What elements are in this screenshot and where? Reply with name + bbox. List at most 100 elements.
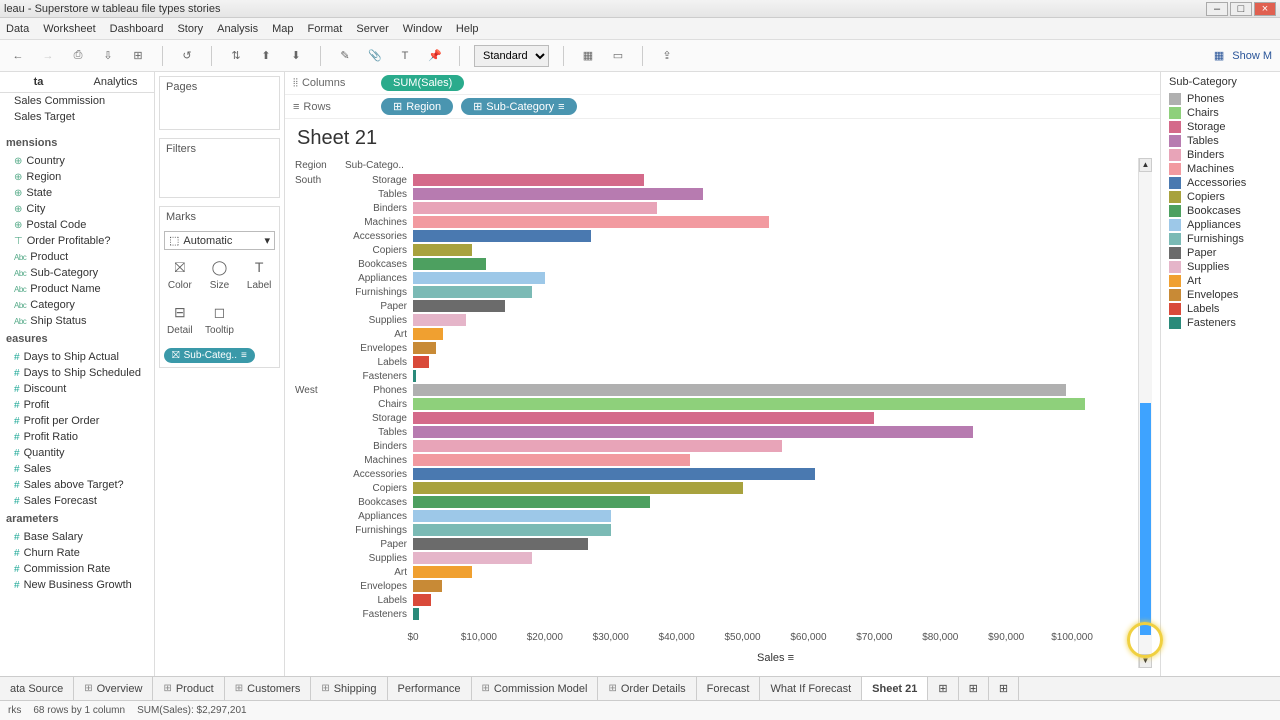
subcategory-label[interactable]: Chairs: [343, 399, 413, 410]
dimension-item[interactable]: Ship Status: [0, 313, 154, 329]
legend-item[interactable]: Machines: [1169, 162, 1272, 176]
new-tab-button[interactable]: ⊞: [989, 677, 1019, 700]
measure-item[interactable]: Days to Ship Scheduled: [0, 365, 154, 381]
dimension-item[interactable]: Country: [0, 153, 154, 169]
menu-worksheet[interactable]: Worksheet: [43, 23, 95, 35]
subcategory-label[interactable]: Storage: [343, 413, 413, 424]
bar-mark[interactable]: [413, 216, 769, 228]
bar-mark[interactable]: [413, 300, 505, 312]
region-header[interactable]: Region: [293, 158, 343, 173]
measure-item[interactable]: Sales above Target?: [0, 477, 154, 493]
subcategory-label[interactable]: Phones: [343, 385, 413, 396]
legend-item[interactable]: Chairs: [1169, 106, 1272, 120]
bar-mark[interactable]: [413, 398, 1085, 410]
legend-item[interactable]: Storage: [1169, 120, 1272, 134]
undo-icon[interactable]: ↺: [177, 46, 197, 66]
bar-mark[interactable]: [413, 426, 973, 438]
legend-item[interactable]: Tables: [1169, 134, 1272, 148]
region-label[interactable]: West: [293, 385, 343, 396]
bar-mark[interactable]: [413, 496, 650, 508]
minimize-button[interactable]: –: [1206, 2, 1228, 16]
sort-desc-icon[interactable]: ⬇: [286, 46, 306, 66]
parameter-item[interactable]: New Business Growth: [0, 577, 154, 593]
subcategory-label[interactable]: Accessories: [343, 469, 413, 480]
measure-item[interactable]: Quantity: [0, 445, 154, 461]
fit-dropdown[interactable]: Standard: [474, 45, 549, 67]
legend-item[interactable]: Appliances: [1169, 218, 1272, 232]
scroll-up-icon[interactable]: ▲: [1139, 158, 1152, 172]
measure-item[interactable]: Profit per Order: [0, 413, 154, 429]
subcategory-label[interactable]: Bookcases: [343, 259, 413, 270]
subcategory-label[interactable]: Binders: [343, 441, 413, 452]
measure-item[interactable]: Sales Forecast: [0, 493, 154, 509]
data-tab[interactable]: ta: [0, 72, 77, 92]
bar-mark[interactable]: [413, 286, 532, 298]
data-source-item[interactable]: Sales Commission: [0, 93, 154, 109]
dimension-item[interactable]: City: [0, 201, 154, 217]
dimension-item[interactable]: State: [0, 185, 154, 201]
measure-item[interactable]: Profit Ratio: [0, 429, 154, 445]
highlight-icon[interactable]: ✎: [335, 46, 355, 66]
tooltip-card[interactable]: ◻Tooltip: [200, 299, 240, 344]
new-data-icon[interactable]: ⇩: [98, 46, 118, 66]
measure-item[interactable]: Days to Ship Actual: [0, 349, 154, 365]
bar-mark[interactable]: [413, 356, 429, 368]
parameter-item[interactable]: Commission Rate: [0, 561, 154, 577]
sheet-tab[interactable]: ⊞Customers: [225, 677, 312, 700]
subcategory-label[interactable]: Appliances: [343, 511, 413, 522]
detail-card[interactable]: ⊟Detail: [160, 299, 200, 344]
bar-mark[interactable]: [413, 482, 743, 494]
subcategory-label[interactable]: Art: [343, 329, 413, 340]
show-me-icon[interactable]: ▦: [1214, 49, 1224, 62]
legend-item[interactable]: Binders: [1169, 148, 1272, 162]
close-button[interactable]: ×: [1254, 2, 1276, 16]
subcategory-label[interactable]: Labels: [343, 357, 413, 368]
dimension-item[interactable]: Region: [0, 169, 154, 185]
bar-mark[interactable]: [413, 244, 472, 256]
bar-mark[interactable]: [413, 412, 874, 424]
legend-item[interactable]: Fasteners: [1169, 316, 1272, 330]
sheet-title[interactable]: Sheet 21: [285, 119, 1160, 158]
measure-item[interactable]: Discount: [0, 381, 154, 397]
label-icon[interactable]: T: [395, 46, 415, 66]
pages-shelf[interactable]: Pages: [160, 77, 279, 97]
legend-item[interactable]: Supplies: [1169, 260, 1272, 274]
filters-shelf[interactable]: Filters: [160, 139, 279, 159]
sheet-tab[interactable]: What If Forecast: [760, 677, 862, 700]
label-card[interactable]: TLabel: [239, 254, 279, 299]
data-source-item[interactable]: Sales Target: [0, 109, 154, 125]
bar-mark[interactable]: [413, 342, 436, 354]
subcategory-label[interactable]: Envelopes: [343, 343, 413, 354]
new-tab-button[interactable]: ⊞: [928, 677, 958, 700]
sheet-tab[interactable]: ⊞Overview: [74, 677, 153, 700]
bar-mark[interactable]: [413, 524, 611, 536]
parameter-item[interactable]: Churn Rate: [0, 545, 154, 561]
subcategory-header[interactable]: Sub-Catego..: [343, 158, 413, 173]
scroll-down-icon[interactable]: ▼: [1139, 654, 1152, 668]
subcategory-label[interactable]: Bookcases: [343, 497, 413, 508]
sheet-tab[interactable]: Forecast: [697, 677, 761, 700]
bar-mark[interactable]: [413, 538, 588, 550]
menu-map[interactable]: Map: [272, 23, 293, 35]
bar-mark[interactable]: [413, 314, 466, 326]
bar-mark[interactable]: [413, 188, 703, 200]
legend-item[interactable]: Labels: [1169, 302, 1272, 316]
color-card[interactable]: ⛝Color: [160, 254, 200, 299]
mark-type-dropdown[interactable]: ⬚Automatic ▾: [164, 231, 275, 250]
legend-item[interactable]: Envelopes: [1169, 288, 1272, 302]
subcategory-label[interactable]: Fasteners: [343, 371, 413, 382]
legend-item[interactable]: Accessories: [1169, 176, 1272, 190]
subcategory-label[interactable]: Machines: [343, 217, 413, 228]
bar-mark[interactable]: [413, 552, 532, 564]
bar-mark[interactable]: [413, 384, 1066, 396]
measure-item[interactable]: Sales: [0, 461, 154, 477]
bar-mark[interactable]: [413, 566, 472, 578]
analytics-tab[interactable]: Analytics: [77, 72, 154, 92]
new-tab-button[interactable]: ⊞: [959, 677, 989, 700]
sheet-tab[interactable]: Sheet 21: [862, 677, 928, 700]
subcategory-label[interactable]: Accessories: [343, 231, 413, 242]
subcategory-label[interactable]: Tables: [343, 427, 413, 438]
size-card[interactable]: ◯Size: [200, 254, 240, 299]
subcategory-label[interactable]: Binders: [343, 203, 413, 214]
dimension-item[interactable]: Product Name: [0, 281, 154, 297]
